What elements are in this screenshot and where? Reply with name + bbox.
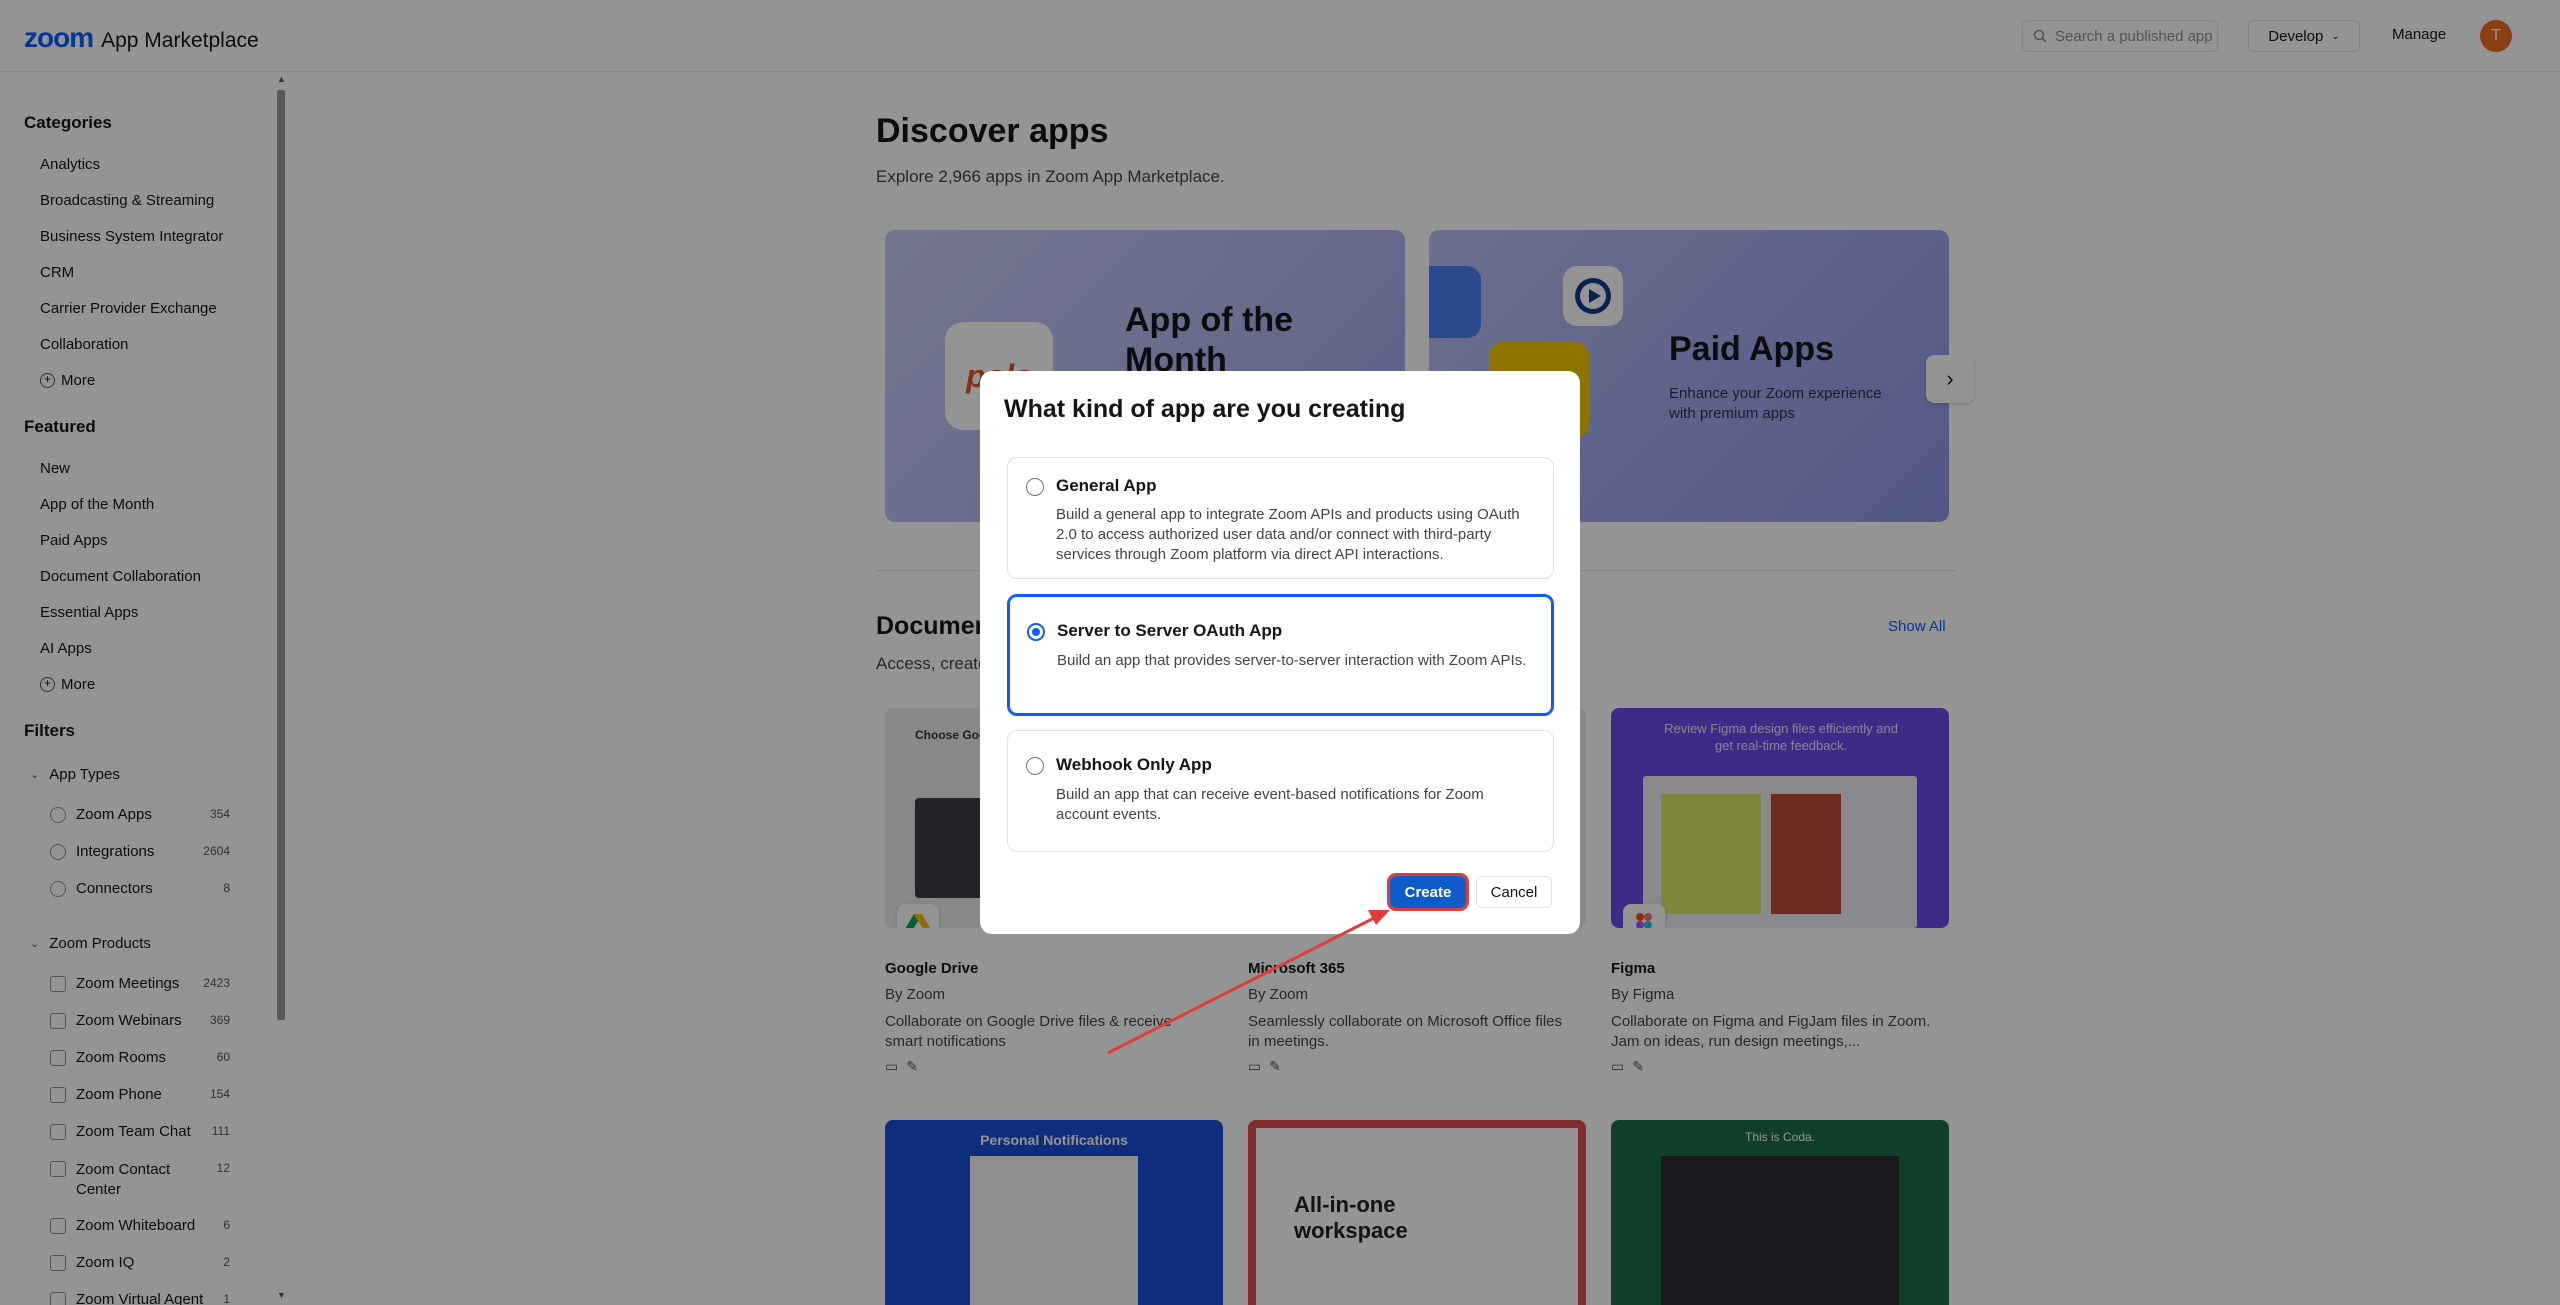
option-description: Build an app that can receive event-base… — [1056, 786, 1484, 823]
option-title: General App — [1056, 476, 1157, 495]
radio-button[interactable] — [1026, 757, 1044, 775]
app-type-server-to-server-oauth[interactable]: Server to Server OAuth App Build an app … — [1007, 594, 1554, 716]
option-title: Server to Server OAuth App — [1057, 621, 1283, 640]
create-button[interactable]: Create — [1387, 873, 1469, 911]
option-title: Webhook Only App — [1056, 755, 1212, 774]
app-type-general[interactable]: General App Build a general app to integ… — [1007, 457, 1554, 579]
app-type-webhook-only[interactable]: Webhook Only App Build an app that can r… — [1007, 730, 1554, 852]
option-description: Build a general app to integrate Zoom AP… — [1056, 506, 1520, 563]
radio-button[interactable] — [1026, 478, 1044, 496]
option-description: Build an app that provides server-to-ser… — [1057, 652, 1527, 669]
create-app-dialog: What kind of app are you creating Genera… — [980, 371, 1580, 934]
dialog-title: What kind of app are you creating — [1004, 395, 1406, 423]
radio-button-selected[interactable] — [1027, 623, 1045, 641]
cancel-button[interactable]: Cancel — [1476, 876, 1552, 908]
